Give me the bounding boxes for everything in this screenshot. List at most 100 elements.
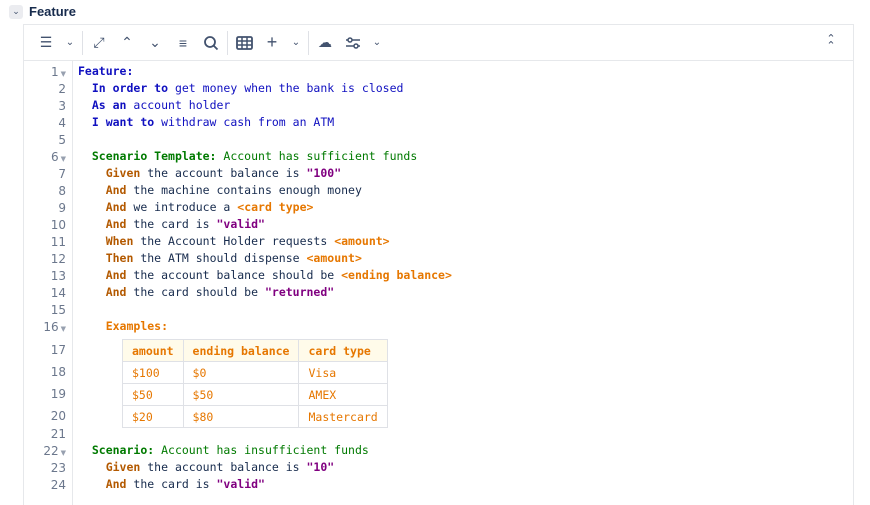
code-line[interactable]: In order to get money when the bank is c… [78,81,404,95]
chevron-down-icon[interactable]: ⌄ [367,29,387,57]
list-icon[interactable]: ☰ [32,29,60,57]
fold-arrow-icon[interactable]: ▼ [61,70,66,78]
code-line[interactable]: And the machine contains enough money [78,183,362,197]
code-token: we introduce a [126,200,238,214]
feature-section-header[interactable]: ⌄ Feature [9,4,76,19]
code-token: Examples: [105,319,169,333]
code-token: the card is [126,477,217,491]
plus-icon[interactable]: + [258,29,286,57]
code-token: the account balance is [140,166,307,180]
code-line[interactable]: And the account balance should be <endin… [78,268,452,282]
code-token: Given [105,166,141,180]
fold-arrow-icon[interactable]: ▼ [61,449,66,457]
code-token: the Account Holder requests [133,234,335,248]
code-token: account holder [126,98,231,112]
code-line[interactable]: I want to withdraw cash from an ATM [78,115,334,129]
settings-sliders-icon[interactable] [339,29,367,57]
collapse-up-icon[interactable]: ⌃ [113,29,141,57]
line-number: 2 [24,82,66,96]
code-line[interactable]: Given the account balance is "100" [78,166,341,180]
line-number-text: 2 [58,82,66,96]
collapse-down-icon[interactable]: ⌄ [141,29,169,57]
code-token: the machine contains enough money [126,183,362,197]
table-cell: $20 [122,405,184,428]
code-token: Given [105,460,141,474]
line-number: 1 ▼ [24,65,66,79]
line-number: 16 ▼ [24,320,66,334]
code-line[interactable]: Feature: [78,64,133,78]
table-icon[interactable] [230,29,258,57]
line-number: 10 [24,218,66,232]
line-number-text: 13 [50,269,66,283]
line-number: 23 [24,461,66,475]
fold-arrow-icon[interactable]: ▼ [61,155,66,163]
line-number: 21 [24,427,66,441]
table-header-row: amount ending balance card type [122,339,388,362]
code-line[interactable]: And we introduce a <card type> [78,200,314,214]
fold-arrow-icon[interactable]: ▼ [61,325,66,333]
chevron-down-icon[interactable]: ⌄ [60,29,80,57]
section-title: Feature [29,4,76,19]
double-chevron-up-icon[interactable]: ⌃ ⌃ [817,29,845,57]
code-line[interactable]: And the card is "valid" [78,217,265,231]
line-number-text: 17 [50,343,66,357]
divider [227,30,228,55]
table-header-cell: amount [122,339,184,362]
line-number-text: 20 [50,409,66,423]
code-line[interactable]: Given the account balance is "10" [78,460,335,474]
search-icon[interactable] [197,29,225,57]
code-line[interactable]: Then the ATM should dispense <amount> [78,251,362,265]
table-row: $100 $0 Visa [122,361,388,384]
chevron-down-icon[interactable]: ⌄ [286,29,306,57]
code-token: I want to [91,115,155,129]
code-token: "valid" [216,477,265,491]
code-line[interactable]: Scenario Template: Account has sufficien… [78,149,417,163]
table-cell: Mastercard [298,405,388,428]
line-number-text: 6 [50,150,59,164]
line-number-text: 24 [50,478,66,492]
line-number: 7 [24,167,66,181]
code-token: Account has sufficient funds [216,149,418,163]
code-line[interactable]: Examples: [78,319,168,333]
line-number: 12 [24,252,66,266]
code-token: In order to [91,81,169,95]
cloud-download-icon[interactable]: ☁ [311,29,339,57]
code-line[interactable]: And the card should be "returned" [78,285,335,299]
align-icon[interactable]: ≡ [169,29,197,57]
line-number: 20 [24,409,66,423]
line-number: 24 [24,478,66,492]
divider [308,30,309,55]
line-number: 18 [24,365,66,379]
table-cell: $0 [182,361,300,384]
code-line[interactable]: When the Account Holder requests <amount… [78,234,390,248]
code-token: And [105,477,127,491]
line-number-text: 10 [50,218,66,232]
chevron-down-icon[interactable]: ⌄ [9,4,23,19]
expand-icon[interactable]: ⤢ [85,29,113,57]
code-token: "100" [306,166,342,180]
code-line[interactable]: And the card is "valid" [78,477,265,491]
code-token: Scenario Template: [91,149,217,163]
table-cell: $50 [182,383,300,406]
code-token: "valid" [216,217,265,231]
code-token: And [105,200,127,214]
line-number: 9 [24,201,66,215]
code-token: "10" [306,460,335,474]
line-number: 17 [24,343,66,357]
code-line[interactable]: Scenario: Account has insufficient funds [78,443,369,457]
line-number-text: 11 [50,235,66,249]
code-line[interactable]: As an account holder [78,98,230,112]
code-token: the card should be [126,285,265,299]
line-number: 3 [24,99,66,113]
